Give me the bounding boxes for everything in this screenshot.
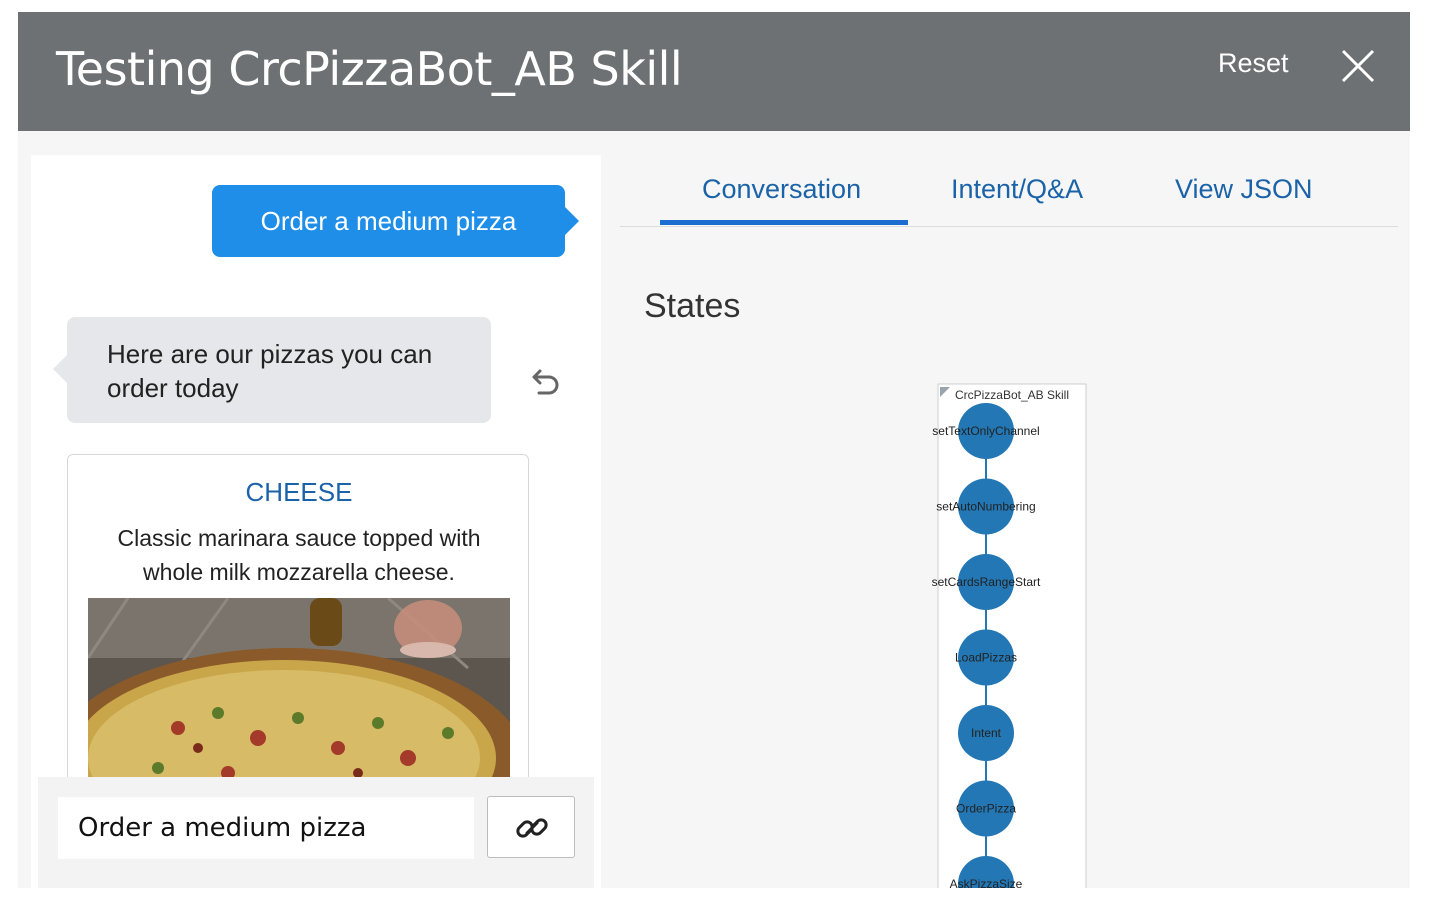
active-tab-indicator [660, 220, 908, 225]
tab-bar: Conversation Intent/Q&A View JSON [620, 155, 1398, 227]
reply-icon[interactable] [525, 363, 561, 399]
state-label: Intent [971, 726, 1002, 740]
link-icon [516, 818, 548, 838]
state-label: setAutoNumbering [936, 500, 1035, 514]
tester-window: Testing CrcPizzaBot_AB Skill Reset Order… [18, 12, 1410, 888]
pizza-card[interactable]: CHEESE Classic marinara sauce topped wit… [67, 454, 529, 794]
graph-title: CrcPizzaBot_AB Skill [955, 388, 1069, 402]
debug-panel: Conversation Intent/Q&A View JSON States… [620, 155, 1398, 888]
pizza-image [88, 598, 510, 793]
card-description: Classic marinara sauce topped with whole… [117, 525, 481, 585]
bot-message-bubble: Here are our pizzas you can order today [53, 317, 491, 423]
window-title: Testing CrcPizzaBot_AB Skill [56, 42, 683, 96]
attach-link-button[interactable] [487, 796, 575, 858]
message-input-area [38, 777, 594, 888]
chat-panel: Order a medium pizza Here are our pizzas… [31, 155, 601, 888]
state-label: AskPizzaSize [950, 877, 1023, 888]
card-title: CHEESE [245, 477, 353, 507]
state-label: setTextOnlyChannel [932, 424, 1039, 438]
state-label: LoadPizzas [955, 651, 1017, 665]
tab-view-json[interactable]: View JSON [1175, 174, 1313, 205]
reset-button[interactable]: Reset [1218, 48, 1289, 79]
message-input[interactable] [58, 797, 474, 859]
states-graph[interactable]: CrcPizzaBot_AB Skill setTextOnlyChannel s… [900, 375, 1120, 888]
tab-conversation[interactable]: Conversation [702, 174, 861, 205]
user-message-bubble: Order a medium pizza [212, 185, 579, 257]
states-heading: States [644, 287, 741, 325]
title-bar: Testing CrcPizzaBot_AB Skill Reset [18, 12, 1410, 131]
state-label: setCardsRangeStart [932, 575, 1041, 589]
state-label: OrderPizza [956, 802, 1016, 816]
tab-intent-qa[interactable]: Intent/Q&A [951, 174, 1083, 205]
close-icon[interactable] [1340, 48, 1376, 84]
